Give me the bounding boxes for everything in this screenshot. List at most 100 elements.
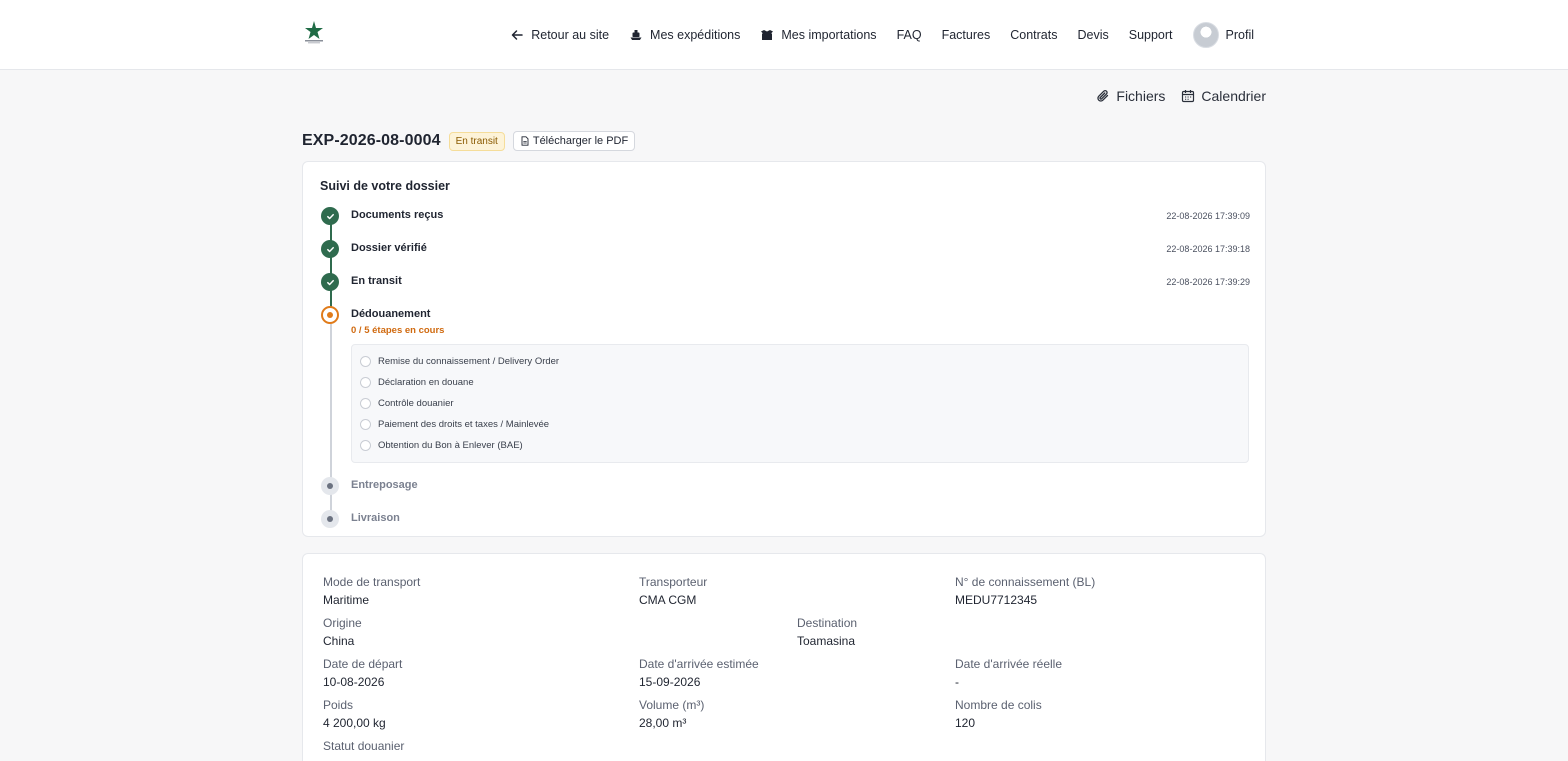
field-value: 4 200,00 kg <box>323 716 386 730</box>
page-title: EXP-2026-08-0004 <box>302 132 441 149</box>
top-navbar: Retour au site Mes expéditions Mes impor… <box>0 0 1568 70</box>
timeline-line-done <box>330 222 332 314</box>
field-packages: Nombre de colis 120 <box>955 698 1042 730</box>
arrow-left-icon <box>511 30 523 40</box>
field-label: Nombre de colis <box>955 698 1042 712</box>
files-label: Fichiers <box>1116 88 1166 104</box>
nav-quotes[interactable]: Devis <box>1077 28 1108 42</box>
nav-imports[interactable]: Mes importations <box>760 28 877 42</box>
file-pdf-icon <box>521 136 529 146</box>
field-label: Date de départ <box>323 657 403 671</box>
step-label: Dédouanement <box>351 308 431 320</box>
field-value: - <box>955 675 959 689</box>
field-bl-number: N° de connaissement (BL) MEDU7712345 <box>955 575 1095 607</box>
check-icon <box>321 273 339 291</box>
field-label: Date d'arrivée réelle <box>955 657 1063 671</box>
field-label: N° de connaissement (BL) <box>955 575 1096 589</box>
substep-item[interactable]: Déclaration en douane <box>360 377 474 388</box>
nav-support[interactable]: Support <box>1129 28 1173 42</box>
nav-profile-label: Profil <box>1225 28 1254 42</box>
field-value: CMA CGM <box>639 593 697 607</box>
check-icon <box>321 240 339 258</box>
nav-back-label: Retour au site <box>531 28 610 42</box>
substep-label: Remise du connaissement / Delivery Order <box>378 356 560 367</box>
nav-faq-label: FAQ <box>896 28 922 42</box>
calendar-button[interactable]: Calendrier <box>1181 88 1266 104</box>
empty-circle-icon <box>360 356 371 367</box>
box-open-icon <box>761 30 774 40</box>
company-logo[interactable] <box>302 20 326 44</box>
field-label: Poids <box>323 698 354 712</box>
field-value: China <box>323 634 355 648</box>
field-volume: Volume (m³) 28,00 m³ <box>639 698 704 730</box>
nav-shipments[interactable]: Mes expéditions <box>629 28 740 42</box>
field-weight: Poids 4 200,00 kg <box>323 698 386 730</box>
nav-back-to-site[interactable]: Retour au site <box>510 28 609 42</box>
main-nav: Retour au site Mes expéditions Mes impor… <box>510 0 1254 70</box>
step-time: 22-08-2026 17:39:09 <box>1166 211 1250 221</box>
field-value: MEDU7712345 <box>955 593 1038 607</box>
step-label: Documents reçus <box>351 209 444 221</box>
pending-step-icon <box>321 510 339 528</box>
calendar-label: Calendrier <box>1201 88 1266 104</box>
paperclip-icon <box>1097 90 1109 102</box>
substep-item[interactable]: Obtention du Bon à Enlever (BAE) <box>360 440 523 451</box>
empty-circle-icon <box>360 440 371 451</box>
field-label: Mode de transport <box>323 575 421 589</box>
field-carrier: Transporteur CMA CGM <box>639 575 707 607</box>
nav-invoices[interactable]: Factures <box>942 28 991 42</box>
substep-item[interactable]: Paiement des droits et taxes / Mainlevée <box>360 419 549 430</box>
field-label: Volume (m³) <box>639 698 705 712</box>
field-label: Statut douanier <box>323 739 405 753</box>
customs-substeps: Remise du connaissement / Delivery Order… <box>351 344 1249 463</box>
step-label: En transit <box>351 275 402 287</box>
field-eta: Date d'arrivée estimée 15-09-2026 <box>639 657 759 689</box>
status-badge: En transit <box>448 131 505 151</box>
nav-support-label: Support <box>1128 28 1173 42</box>
field-value: 15-09-2026 <box>639 675 701 689</box>
field-label: Origine <box>323 616 362 630</box>
check-icon <box>321 207 339 225</box>
tracking-card: Suivi de votre dossier Documents reçus 2… <box>302 161 1266 537</box>
field-label: Date d'arrivée estimée <box>639 657 759 671</box>
empty-circle-icon <box>360 419 371 430</box>
nav-invoices-label: Factures <box>941 28 991 42</box>
nav-contracts[interactable]: Contrats <box>1010 28 1057 42</box>
calendar-icon <box>1182 90 1195 103</box>
field-transport-mode: Mode de transport Maritime <box>323 575 420 607</box>
nav-faq[interactable]: FAQ <box>897 28 922 42</box>
step-label: Livraison <box>351 512 400 524</box>
substep-item[interactable]: Remise du connaissement / Delivery Order <box>360 356 559 367</box>
nav-shipments-label: Mes expéditions <box>650 28 741 42</box>
shipment-header: EXP-2026-08-0004 En transit Télécharger … <box>302 131 636 151</box>
substep-label: Déclaration en douane <box>378 377 474 388</box>
field-value: Maritime <box>323 593 370 607</box>
field-value: 120 <box>955 716 976 730</box>
step-label: Entreposage <box>351 479 418 491</box>
step-label: Dossier vérifié <box>351 242 427 254</box>
step-time: 22-08-2026 17:39:18 <box>1166 244 1250 254</box>
empty-circle-icon <box>360 398 371 409</box>
substep-label: Paiement des droits et taxes / Mainlevée <box>378 419 550 430</box>
nav-imports-label: Mes importations <box>781 28 877 42</box>
page-actions: Fichiers Calendrier <box>1096 88 1266 104</box>
download-pdf-button[interactable]: Télécharger le PDF <box>512 131 636 151</box>
field-value: Toamasina <box>797 634 856 648</box>
field-label: Destination <box>797 616 858 630</box>
field-value: 10-08-2026 <box>323 675 385 689</box>
field-value: 28,00 m³ <box>639 716 687 730</box>
nav-quotes-label: Devis <box>1077 28 1109 42</box>
field-actual-arrival: Date d'arrivée réelle - <box>955 657 1062 689</box>
files-button[interactable]: Fichiers <box>1096 88 1165 104</box>
shipment-details-card: Mode de transport Maritime Transporteur … <box>302 553 1266 761</box>
substep-item[interactable]: Contrôle douanier <box>360 398 454 409</box>
nav-profile[interactable]: Profil <box>1192 22 1254 48</box>
pending-step-icon <box>321 477 339 495</box>
field-destination: Destination Toamasina <box>797 616 857 648</box>
field-origin: Origine China <box>323 616 362 648</box>
ship-icon <box>630 30 642 40</box>
step-progress: 0 / 5 étapes en cours <box>351 325 445 336</box>
empty-circle-icon <box>360 377 371 388</box>
substep-label: Contrôle douanier <box>378 398 454 409</box>
substep-label: Obtention du Bon à Enlever (BAE) <box>378 440 523 451</box>
